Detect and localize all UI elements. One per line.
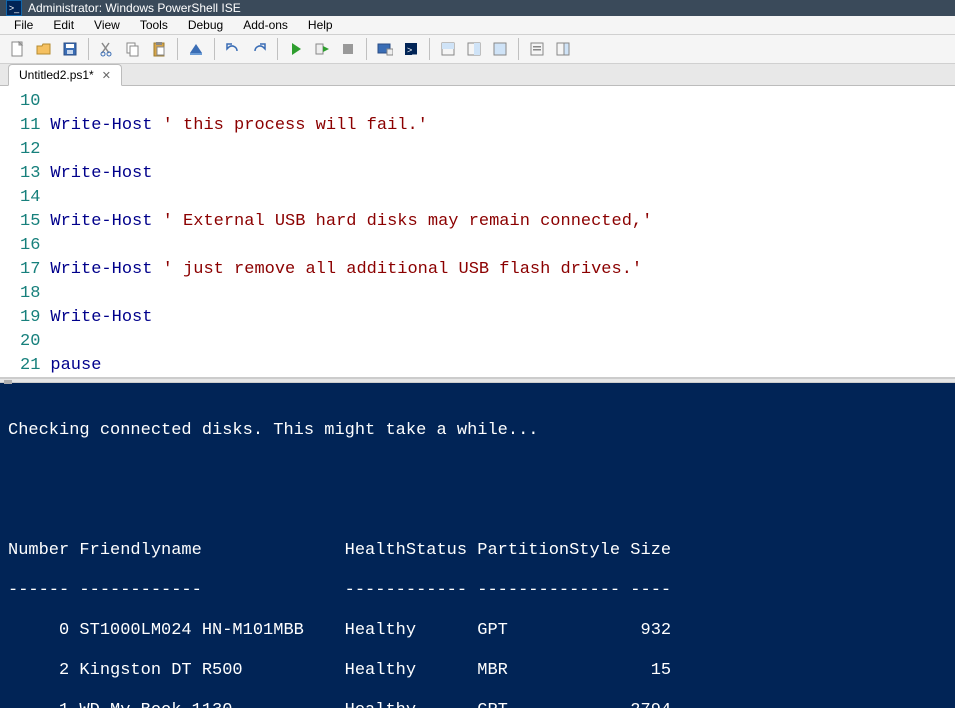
toolbar-separator [88, 38, 89, 60]
svg-text:>_: >_ [407, 45, 418, 55]
console-dashes: ------ ------------ ------------ -------… [8, 581, 947, 601]
run-button[interactable] [284, 37, 308, 61]
console-output: Checking connected disks. This might tak… [8, 421, 947, 441]
cut-button[interactable] [95, 37, 119, 61]
console-pane[interactable]: Checking connected disks. This might tak… [0, 383, 955, 708]
new-button[interactable] [6, 37, 30, 61]
menu-bar: File Edit View Tools Debug Add-ons Help [0, 16, 955, 35]
open-button[interactable] [32, 37, 56, 61]
app-icon: >_ [6, 0, 22, 16]
title-bar: >_ Administrator: Windows PowerShell ISE [0, 0, 955, 16]
redo-button[interactable] [247, 37, 271, 61]
console-row: 0 ST1000LM024 HN-M101MBB Healthy GPT 932 [8, 621, 947, 641]
clear-console-button[interactable] [184, 37, 208, 61]
stop-button[interactable] [336, 37, 360, 61]
toolbar: >_ [0, 35, 955, 64]
undo-button[interactable] [221, 37, 245, 61]
menu-edit[interactable]: Edit [43, 16, 84, 34]
toolbar-separator [366, 38, 367, 60]
show-command-button[interactable] [525, 37, 549, 61]
console-columns: Number Friendlyname HealthStatus Partiti… [8, 541, 947, 561]
close-icon[interactable]: ✕ [100, 69, 113, 82]
copy-button[interactable] [121, 37, 145, 61]
run-selection-button[interactable] [310, 37, 334, 61]
show-script-max-button[interactable] [488, 37, 512, 61]
toolbar-separator [214, 38, 215, 60]
console-row: 1 WD My Book 1130 Healthy GPT 2794 [8, 701, 947, 708]
remote-button[interactable] [373, 37, 397, 61]
line-gutter: 10 11 12 13 14 15 16 17 18 19 20 21 [0, 86, 50, 377]
menu-view[interactable]: View [84, 16, 130, 34]
pane-splitter[interactable] [0, 378, 955, 383]
show-script-right-button[interactable] [462, 37, 486, 61]
show-script-button[interactable] [436, 37, 460, 61]
toolbar-separator [518, 38, 519, 60]
menu-file[interactable]: File [4, 16, 43, 34]
menu-addons[interactable]: Add-ons [233, 16, 298, 34]
script-editor[interactable]: 10 11 12 13 14 15 16 17 18 19 20 21 Writ… [0, 86, 955, 378]
tab-strip: Untitled2.ps1* ✕ [0, 64, 955, 86]
toolbar-separator [429, 38, 430, 60]
code-area[interactable]: Write-Host ' this process will fail.' Wr… [50, 86, 815, 377]
paste-button[interactable] [147, 37, 171, 61]
powershell-tab-button[interactable]: >_ [399, 37, 423, 61]
save-button[interactable] [58, 37, 82, 61]
console-row: 2 Kingston DT R500 Healthy MBR 15 [8, 661, 947, 681]
toolbar-separator [177, 38, 178, 60]
file-tab[interactable]: Untitled2.ps1* ✕ [8, 64, 122, 86]
window-title: Administrator: Windows PowerShell ISE [28, 1, 241, 15]
menu-tools[interactable]: Tools [130, 16, 178, 34]
menu-debug[interactable]: Debug [178, 16, 233, 34]
tab-label: Untitled2.ps1* [19, 68, 94, 82]
menu-help[interactable]: Help [298, 16, 343, 34]
toolbar-separator [277, 38, 278, 60]
show-command-addon-button[interactable] [551, 37, 575, 61]
